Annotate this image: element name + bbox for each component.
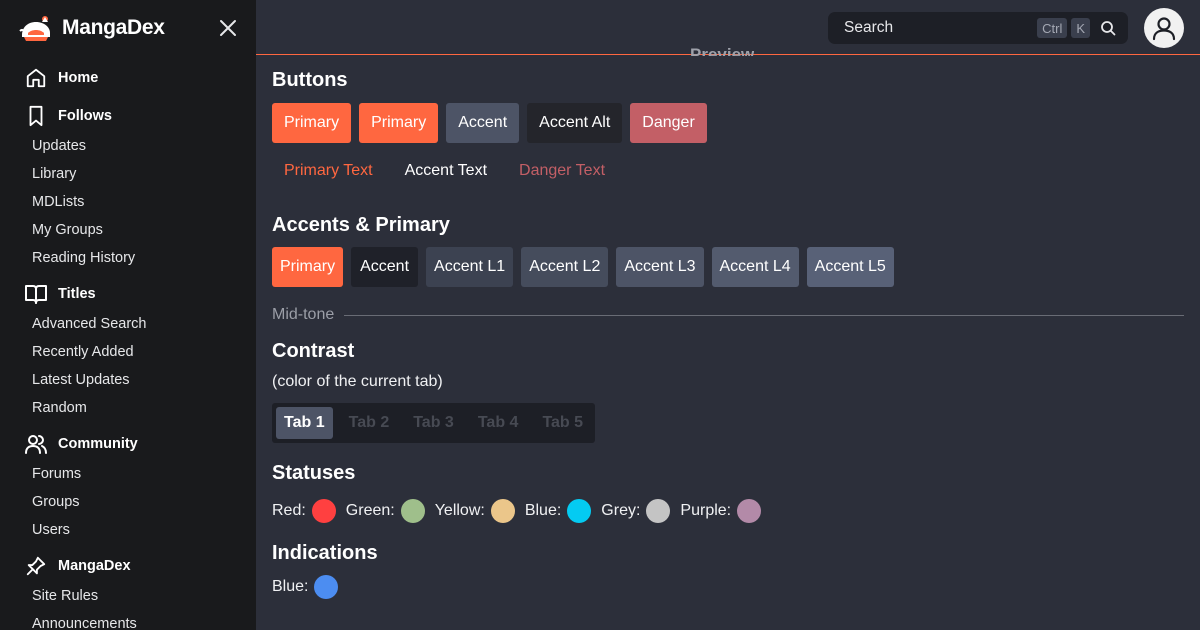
sidebar-section-titles[interactable]: Titles — [0, 278, 256, 310]
brand-name: MangaDex — [62, 16, 165, 39]
sidebar-item-recently-added[interactable]: Recently Added — [0, 338, 256, 366]
tab-5[interactable]: Tab 5 — [534, 407, 591, 439]
status-label-red: Red: — [272, 502, 306, 519]
mid-tone-divider: Mid-tone — [272, 299, 1184, 331]
indications-row: Blue: — [272, 571, 1184, 603]
status-label-yellow: Yellow: — [434, 502, 485, 519]
sidebar-nav: Home Follows Updates Library MDLists My … — [0, 62, 256, 630]
sidebar-section-label: MangaDex — [58, 558, 131, 574]
indication-dot-blue — [314, 575, 339, 599]
accents-heading: Accents & Primary — [272, 214, 450, 236]
accent-swatch-primary[interactable]: Primary — [272, 247, 344, 287]
status-label-purple: Purple: — [680, 502, 732, 519]
accents-row: Primary Accent Accent L1 Accent L2 Accen… — [272, 247, 1184, 287]
indication-label-blue: Blue: — [272, 578, 309, 595]
sidebar-item-updates[interactable]: Updates — [0, 132, 256, 160]
statuses-heading: Statuses — [272, 462, 356, 484]
bookmark-icon — [24, 104, 48, 128]
search-bar[interactable]: Search Ctrl K — [828, 12, 1128, 44]
pin-icon — [24, 554, 48, 578]
sidebar-section-label: Titles — [58, 286, 96, 302]
statuses-row: Red: Green: Yellow: Blue: Grey: Purple: — [272, 495, 1184, 527]
sidebar-item-reading-history[interactable]: Reading History — [0, 244, 256, 272]
kbd-ctrl: Ctrl — [1037, 18, 1068, 38]
divider-line — [344, 314, 1184, 316]
status-label-grey: Grey: — [601, 502, 641, 519]
danger-text-button[interactable]: Danger Text — [507, 151, 617, 191]
sidebar-section-community[interactable]: Community — [0, 428, 256, 460]
primary-button[interactable]: Primary — [272, 103, 352, 143]
book-open-icon — [24, 282, 48, 306]
danger-button[interactable]: Danger — [630, 103, 707, 143]
accent-swatch-l5[interactable]: Accent L5 — [806, 247, 894, 287]
status-dot-blue — [567, 499, 592, 523]
users-icon — [24, 432, 48, 456]
user-avatar-button[interactable] — [1144, 8, 1184, 48]
divider-label: Mid-tone — [272, 306, 335, 323]
status-label-blue: Blue: — [524, 502, 562, 519]
status-label-green: Green: — [345, 502, 395, 519]
contrast-heading: Contrast — [272, 340, 355, 362]
accent-button[interactable]: Accent — [446, 103, 520, 143]
sidebar-item-site-rules[interactable]: Site Rules — [0, 582, 256, 610]
main-content: Buttons Primary Primary Accent Accent Al… — [272, 66, 1184, 603]
close-sidebar-button[interactable] — [216, 16, 240, 40]
tab-3[interactable]: Tab 3 — [405, 407, 462, 439]
tab-1[interactable]: Tab 1 — [276, 407, 333, 439]
sidebar-item-latest-updates[interactable]: Latest Updates — [0, 366, 256, 394]
contrast-tabs: Tab 1 Tab 2 Tab 3 Tab 4 Tab 5 — [272, 403, 596, 443]
indications-heading: Indications — [272, 542, 378, 564]
accent-swatch-l3[interactable]: Accent L3 — [616, 247, 704, 287]
accent-alt-button[interactable]: Accent Alt — [527, 103, 623, 143]
sidebar-item-advanced-search[interactable]: Advanced Search — [0, 310, 256, 338]
home-icon — [24, 66, 48, 90]
sidebar-item-groups[interactable]: Groups — [0, 488, 256, 516]
sidebar-section-home[interactable]: Home — [0, 62, 256, 94]
accent-swatch-l2[interactable]: Accent L2 — [521, 247, 609, 287]
mangadex-logo-icon — [19, 16, 50, 41]
buttons-heading: Buttons — [272, 69, 348, 91]
sidebar-section-label: Follows — [58, 108, 112, 124]
sidebar-section-label: Home — [58, 70, 99, 86]
sidebar-section-label: Community — [58, 436, 138, 452]
search-icon[interactable] — [1094, 14, 1122, 42]
primary-button-hover[interactable]: Primary — [359, 103, 439, 143]
sidebar-item-forums[interactable]: Forums — [0, 460, 256, 488]
sidebar-item-mdlists[interactable]: MDLists — [0, 188, 256, 216]
sidebar: MangaDex Home Follows Updates Library MD… — [0, 0, 256, 630]
text-buttons-row: Primary Text Accent Text Danger Text — [272, 151, 1184, 191]
sidebar-item-library[interactable]: Library — [0, 160, 256, 188]
status-dot-yellow — [490, 499, 515, 523]
accent-swatch-l4[interactable]: Accent L4 — [711, 247, 799, 287]
status-dot-green — [400, 499, 425, 523]
search-placeholder: Search — [844, 19, 894, 36]
preview-heading: Preview — [690, 45, 755, 56]
user-icon — [1152, 17, 1176, 41]
sidebar-section-mangadex[interactable]: MangaDex — [0, 550, 256, 582]
accent-text-button[interactable]: Accent Text — [393, 151, 499, 191]
sidebar-section-follows[interactable]: Follows — [0, 100, 256, 132]
buttons-row: Primary Primary Accent Accent Alt Danger — [272, 103, 1184, 143]
status-dot-purple — [737, 499, 762, 523]
status-dot-grey — [646, 499, 671, 523]
sidebar-item-users[interactable]: Users — [0, 516, 256, 544]
brand[interactable]: MangaDex — [18, 12, 165, 44]
sidebar-item-announcements[interactable]: Announcements — [0, 610, 256, 630]
kbd-k: K — [1071, 18, 1090, 38]
sidebar-item-my-groups[interactable]: My Groups — [0, 216, 256, 244]
tab-2[interactable]: Tab 2 — [341, 407, 398, 439]
tab-4[interactable]: Tab 4 — [470, 407, 527, 439]
accent-swatch-accent[interactable]: Accent — [351, 247, 419, 287]
primary-text-button[interactable]: Primary Text — [272, 151, 385, 191]
contrast-note: (color of the current tab) — [272, 373, 443, 390]
status-dot-red — [311, 499, 336, 523]
sidebar-item-random[interactable]: Random — [0, 394, 256, 422]
close-icon — [220, 20, 236, 36]
accent-swatch-l1[interactable]: Accent L1 — [426, 247, 514, 287]
